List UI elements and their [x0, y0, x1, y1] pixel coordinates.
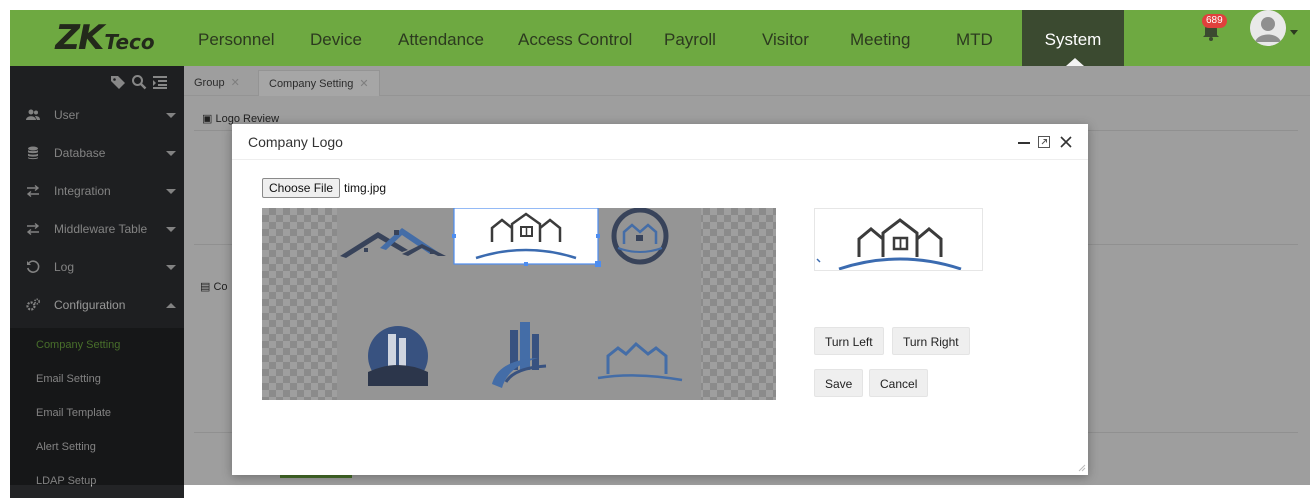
dialog-header: Company Logo — [232, 124, 1088, 160]
nav-access-control[interactable]: Access Control — [518, 10, 632, 66]
dialog-title: Company Logo — [248, 134, 343, 150]
active-nav-caret — [1066, 58, 1084, 66]
brand-logo-suffix: Teco — [104, 30, 155, 54]
nav-mtd[interactable]: MTD — [956, 10, 993, 66]
company-logo-dialog: Company Logo Choose File timg.jpg Turn L… — [232, 124, 1088, 475]
maximize-icon[interactable] — [1036, 134, 1052, 150]
nav-payroll[interactable]: Payroll — [664, 10, 716, 66]
cancel-button[interactable]: Cancel — [869, 369, 929, 397]
nav-device[interactable]: Device — [310, 10, 362, 66]
crop-preview — [814, 208, 983, 271]
crop-canvas[interactable] — [262, 208, 776, 400]
resize-grip-icon[interactable] — [1078, 464, 1086, 472]
crop-selection-box[interactable] — [452, 208, 601, 267]
turn-right-button[interactable]: Turn Right — [892, 327, 970, 355]
image-crop-area[interactable] — [262, 208, 776, 400]
turn-left-button[interactable]: Turn Left — [814, 327, 884, 355]
notification-badge: 689 — [1202, 14, 1227, 28]
top-navigation-bar: ZK Teco Personnel Device Attendance Acce… — [10, 10, 1310, 66]
user-avatar[interactable] — [1250, 10, 1286, 46]
minimize-icon[interactable] — [1016, 134, 1032, 150]
cropped-logo-preview-image — [816, 218, 962, 270]
choose-file-button[interactable]: Choose File — [262, 178, 341, 198]
nav-attendance[interactable]: Attendance — [398, 10, 484, 66]
nav-meeting[interactable]: Meeting — [850, 10, 910, 66]
app-frame: ZK Teco Personnel Device Attendance Acce… — [0, 0, 1310, 498]
nav-visitor[interactable]: Visitor — [762, 10, 809, 66]
user-icon — [1250, 10, 1286, 46]
save-button[interactable]: Save — [814, 369, 864, 397]
brand-logo: ZK Teco — [20, 10, 190, 66]
selected-file-name: timg.jpg — [344, 181, 387, 195]
brand-logo-mark: ZK — [55, 18, 104, 58]
user-menu-caret-icon[interactable] — [1290, 30, 1298, 35]
close-icon[interactable] — [1058, 134, 1074, 150]
nav-personnel[interactable]: Personnel — [198, 10, 275, 66]
